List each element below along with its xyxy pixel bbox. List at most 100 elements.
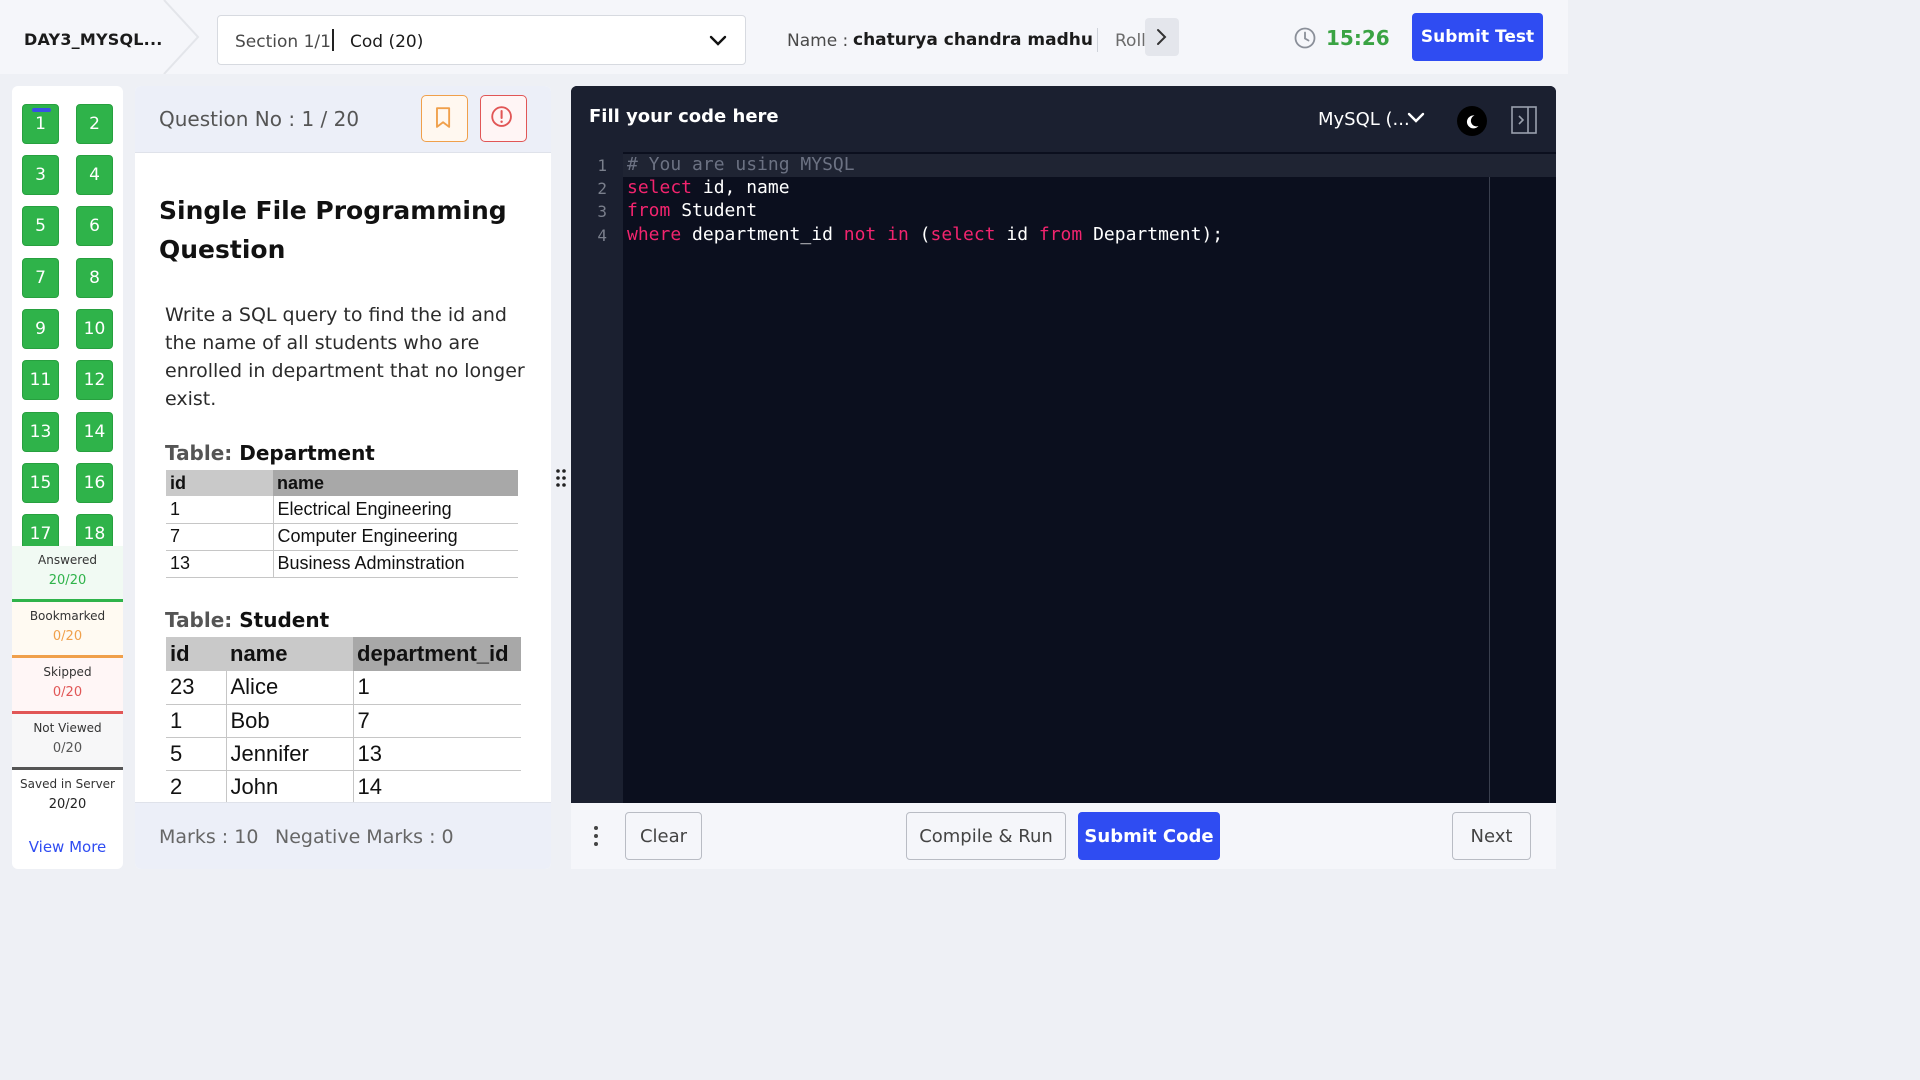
table-cell: Alice	[226, 671, 354, 705]
stat-value: 20/20	[48, 573, 87, 588]
code-text: department_id	[681, 224, 844, 245]
table-cell: 1	[353, 671, 521, 705]
question-button-8[interactable]: 8	[76, 258, 113, 298]
table-header: department_id	[353, 637, 521, 671]
table-cell: 2	[166, 770, 227, 804]
table-cell: 7	[166, 523, 274, 551]
code-keyword: select	[930, 224, 996, 245]
compile-run-button[interactable]: Compile & Run	[906, 812, 1066, 860]
bookmark-icon	[436, 107, 451, 128]
section-divider	[332, 29, 334, 51]
submit-test-button[interactable]: Submit Test	[1412, 13, 1543, 61]
stat-label: Answered	[38, 553, 97, 567]
table-cell: Electrical Engineering	[273, 496, 518, 524]
question-header: Question No : 1 / 20	[135, 86, 551, 153]
code-text-area[interactable]: # You are using MYSQL select id, name fr…	[623, 152, 1556, 803]
question-button-6[interactable]: 6	[76, 206, 113, 246]
question-button-15[interactable]: 15	[22, 463, 59, 503]
table-header: id	[166, 470, 273, 496]
resize-handle-icon[interactable]	[554, 467, 568, 489]
roll-expand-button[interactable]	[1145, 18, 1179, 56]
table-cell: 13	[353, 737, 521, 771]
code-keyword: select	[627, 177, 693, 198]
section-dropdown[interactable]: Section 1/1 Cod (20)	[217, 15, 746, 65]
question-button-5[interactable]: 5	[22, 206, 59, 246]
student-table: id name department_id 23 Alice 1 1 Bob 7…	[166, 637, 521, 804]
submit-code-button[interactable]: Submit Code	[1078, 812, 1220, 860]
caption-prefix: Table:	[165, 608, 233, 632]
table-cell: Bob	[226, 704, 354, 738]
stat-bookmarked: Bookmarked 0/20	[12, 602, 123, 658]
line-number: 1	[597, 156, 607, 175]
question-text: Write a SQL query to find the id and the…	[165, 304, 525, 410]
negative-marks: Negative Marks : 0	[275, 826, 454, 848]
stat-label: Bookmarked	[29, 609, 106, 623]
next-button[interactable]: Next	[1452, 812, 1531, 860]
candidate-name: chaturya chandra madhu	[853, 30, 1093, 50]
department-table-caption: Table: Department	[165, 441, 375, 465]
question-button-13[interactable]: 13	[22, 412, 59, 452]
report-issue-button[interactable]	[480, 95, 527, 142]
chevron-down-icon[interactable]	[1406, 108, 1426, 128]
language-select[interactable]: MySQL (...	[1318, 109, 1410, 130]
question-button-7[interactable]: 7	[22, 258, 59, 298]
code-keyword: in	[887, 224, 909, 245]
more-options-icon[interactable]	[589, 823, 603, 849]
table-cell: 13	[166, 550, 274, 578]
top-bar: DAY3_MYSQL... Section 1/1 Cod (20) Name …	[0, 0, 1568, 74]
question-number: Question No : 1 / 20	[159, 107, 360, 131]
code-text: id, name	[692, 177, 790, 198]
bookmark-button[interactable]	[421, 95, 468, 142]
theme-toggle-button[interactable]	[1457, 106, 1487, 136]
question-button-16[interactable]: 16	[76, 463, 113, 503]
table-header: name	[226, 637, 353, 671]
code-text: (	[908, 224, 931, 245]
question-button-2[interactable]: 2	[76, 104, 113, 144]
section-selected: Cod (20)	[350, 32, 424, 52]
collapse-panel-icon[interactable]	[1511, 106, 1537, 134]
marks: Marks : 10	[159, 826, 259, 848]
stat-label: Skipped	[43, 665, 92, 679]
question-button-9[interactable]: 9	[22, 309, 59, 349]
caption-prefix: Table:	[165, 441, 233, 465]
clear-button[interactable]: Clear	[625, 812, 702, 860]
question-button-12[interactable]: 12	[76, 360, 113, 400]
table-cell: 7	[353, 704, 521, 738]
breadcrumb-chevron-icon	[163, 0, 200, 74]
table-header: name	[273, 470, 518, 496]
stat-answered: Answered 20/20	[12, 546, 123, 602]
question-button-3[interactable]: 3	[22, 155, 59, 195]
table-cell: Computer Engineering	[273, 523, 518, 551]
code-editor: Fill your code here MySQL (... 1 2 3 4 #…	[571, 86, 1556, 803]
table-row: 5 Jennifer 13	[166, 737, 521, 771]
code-keyword: where	[627, 224, 682, 245]
table-row: 1 Bob 7	[166, 704, 521, 738]
student-table-caption: Table: Student	[165, 608, 329, 632]
question-button-10[interactable]: 10	[76, 309, 113, 349]
question-button-17[interactable]: 17	[22, 514, 59, 546]
print-margin	[1489, 177, 1490, 803]
question-palette: 1 2 3 4 5 6 7 8 9 10 11 12 13 14 15 16 1…	[12, 86, 123, 869]
line-number: 3	[597, 202, 607, 221]
question-button-11[interactable]: 11	[22, 360, 59, 400]
moon-icon	[1466, 115, 1479, 129]
line-number: 2	[597, 179, 607, 198]
stat-value: 0/20	[52, 741, 83, 756]
stat-not-viewed: Not Viewed 0/20	[12, 714, 123, 770]
line-number-gutter: 1 2 3 4	[571, 152, 623, 803]
table-cell: Jennifer	[226, 737, 354, 771]
table-header: id	[166, 637, 226, 671]
view-more-link[interactable]: View More	[12, 838, 123, 856]
question-button-18[interactable]: 18	[76, 514, 113, 546]
question-button-4[interactable]: 4	[76, 155, 113, 195]
code-keyword: from	[627, 200, 671, 221]
code-line-3: from Student	[627, 200, 757, 221]
caption-name: Student	[239, 608, 330, 632]
section-label: Section 1/1	[235, 32, 331, 52]
question-button-1[interactable]: 1	[22, 104, 59, 144]
test-name: DAY3_MYSQL...	[24, 30, 163, 49]
clock-icon	[1294, 27, 1316, 49]
question-button-14[interactable]: 14	[76, 412, 113, 452]
line-number: 4	[597, 226, 607, 245]
